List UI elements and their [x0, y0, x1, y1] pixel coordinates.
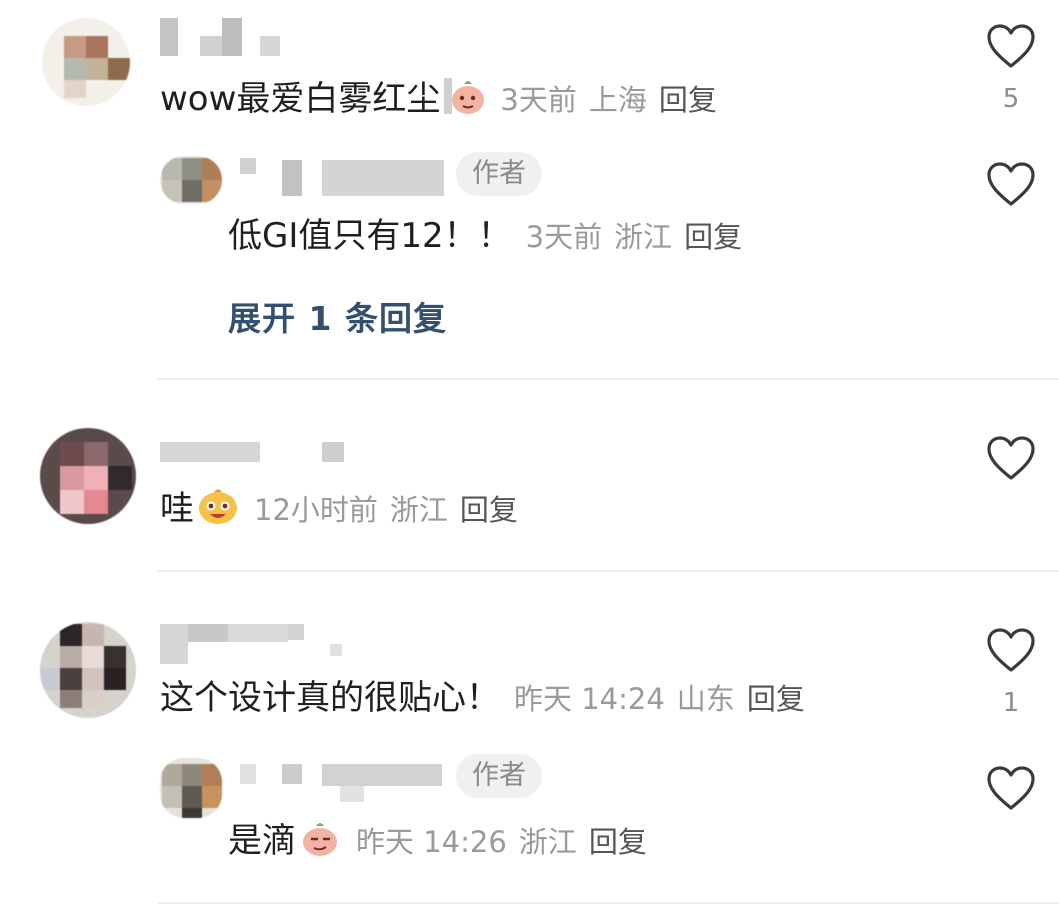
comment-time: 昨天 14:24	[514, 682, 665, 716]
reply-button[interactable]: 回复	[659, 83, 717, 117]
comment-text: 这个设计真的很贴心！	[160, 678, 500, 718]
yellow-face-emoji	[196, 486, 240, 535]
reply-button[interactable]: 回复	[589, 825, 647, 859]
divider	[158, 902, 1059, 904]
reply-button[interactable]: 回复	[747, 682, 805, 716]
comment-time: 3天前	[500, 83, 577, 117]
avatar[interactable]	[160, 156, 222, 204]
comment-text: 低GI值只有12！！	[228, 216, 512, 256]
like-count: 1	[1002, 688, 1020, 718]
expand-replies-link[interactable]: 展开 1 条回复	[228, 292, 447, 340]
comment-location: 山东	[676, 682, 735, 716]
username[interactable]	[240, 762, 450, 802]
comment-text: 哇	[160, 489, 194, 529]
comment-location: 浙江	[614, 220, 673, 254]
avatar[interactable]	[40, 428, 136, 524]
author-badge: 作者	[456, 754, 542, 798]
like-count: 5	[1002, 84, 1020, 114]
divider	[158, 378, 1059, 380]
username[interactable]	[240, 158, 450, 196]
peach-face-emoji	[298, 818, 342, 867]
comment-location: 浙江	[518, 825, 577, 859]
heart-outline-icon[interactable]	[986, 628, 1036, 674]
divider	[158, 570, 1059, 572]
comment-text: wow最爱白雾红尘	[160, 79, 441, 119]
comment-line: 这个设计真的很贴心！ 昨天 14:24 山东 回复	[160, 678, 817, 719]
comment-line: 低GI值只有12！！ 3天前 浙江 回复	[228, 216, 754, 257]
avatar[interactable]	[40, 622, 136, 718]
heart-outline-icon[interactable]	[986, 766, 1036, 812]
username[interactable]	[160, 442, 350, 472]
comment-time: 昨天 14:26	[356, 825, 507, 859]
comment-line: 哇 12小时前 浙江 回复	[160, 486, 530, 535]
heart-outline-icon[interactable]	[986, 436, 1036, 482]
comment-line: 是滴 昨天 14:26 浙江 回复	[228, 818, 659, 867]
avatar[interactable]	[160, 758, 222, 818]
comment-location: 浙江	[389, 493, 448, 527]
comment-time: 12小时前	[254, 493, 378, 527]
avatar[interactable]	[42, 18, 130, 106]
reply-button[interactable]: 回复	[684, 220, 742, 254]
comment-line: wow最爱白雾红尘 3天前 上海 回复	[160, 76, 729, 125]
comment-time: 3天前	[525, 220, 603, 254]
heart-outline-icon[interactable]	[986, 24, 1036, 70]
heart-outline-icon[interactable]	[986, 162, 1036, 208]
comment-location: 上海	[588, 83, 647, 117]
reply-button[interactable]: 回复	[460, 493, 518, 527]
comment-text: 是滴	[228, 821, 296, 861]
peach-face-emoji	[442, 76, 486, 125]
username[interactable]	[160, 18, 290, 56]
author-badge: 作者	[456, 152, 542, 196]
username[interactable]	[160, 622, 350, 664]
